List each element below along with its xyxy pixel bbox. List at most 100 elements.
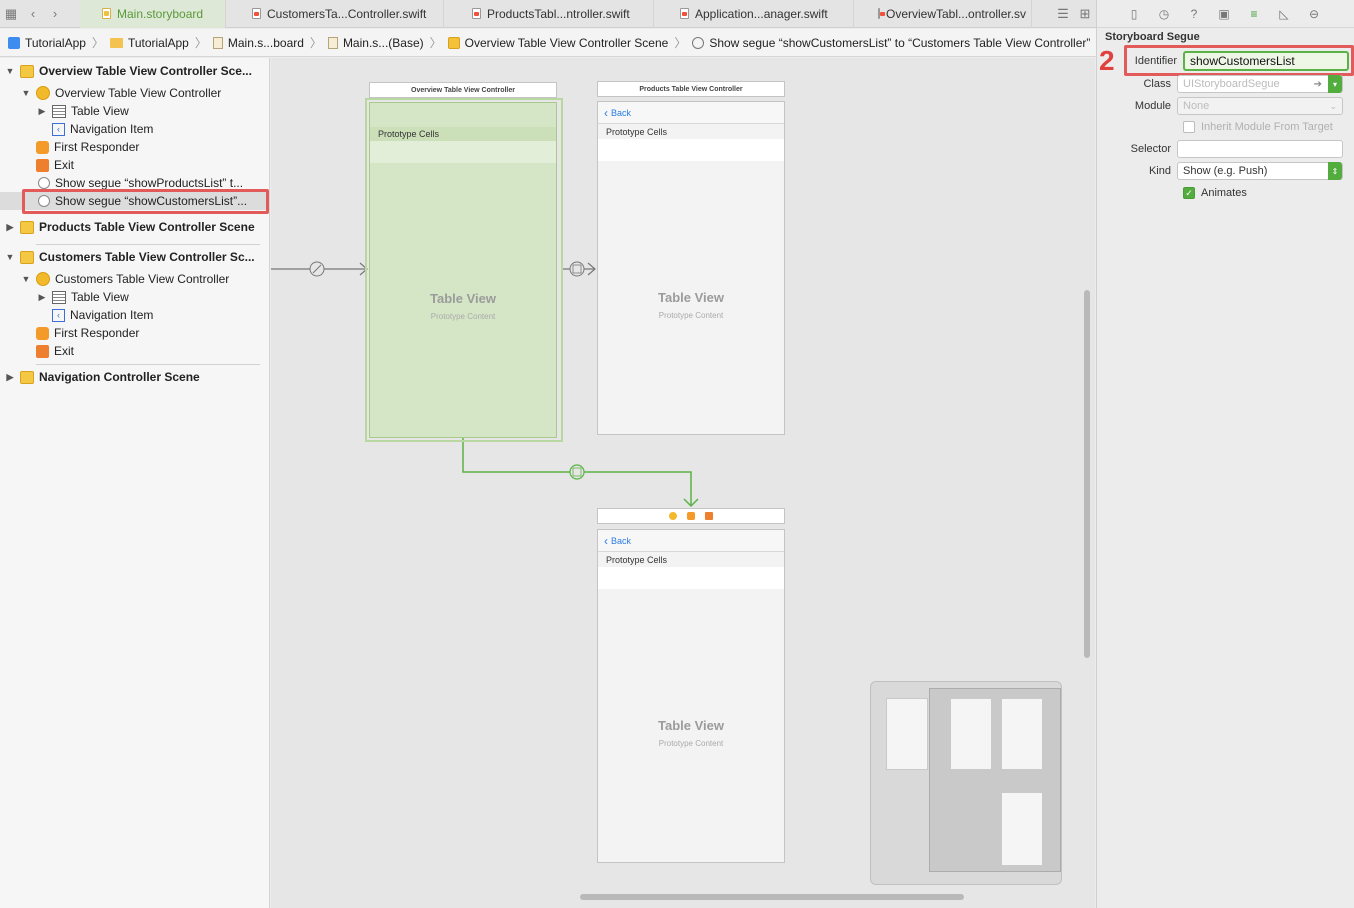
outline-table-view[interactable]: ▶ Table View: [0, 102, 268, 120]
back-button[interactable]: Back: [611, 536, 631, 546]
breadcrumb-segue[interactable]: Show segue “showCustomersList” to “Custo…: [692, 36, 1090, 50]
section-title: Storyboard Segue: [1105, 31, 1200, 43]
outline-first-responder[interactable]: First Responder: [0, 138, 268, 156]
animates-checkbox[interactable]: ✓: [1183, 187, 1195, 199]
back-button[interactable]: Back: [611, 108, 631, 118]
table-view-label: Table View: [658, 718, 724, 733]
outline-exit[interactable]: Exit: [0, 156, 268, 174]
file-inspector-icon[interactable]: ▯: [1125, 5, 1143, 23]
storyboard-canvas[interactable]: Overview Table View Controller Prototype…: [271, 58, 1095, 908]
first-responder-icon: [36, 140, 49, 154]
kind-popup[interactable]: Show (e.g. Push) ⇕: [1177, 162, 1343, 180]
disclosure-open-icon[interactable]: ▼: [20, 274, 32, 284]
table-view-icon: [52, 104, 66, 118]
module-field[interactable]: None ⌄: [1177, 97, 1343, 115]
kind-row: Kind Show (e.g. Push) ⇕: [1097, 161, 1354, 181]
identity-inspector-icon[interactable]: ▣: [1215, 5, 1233, 23]
forward-arrow-icon[interactable]: ›: [44, 0, 66, 28]
dropdown-icon[interactable]: ▾: [1328, 75, 1342, 93]
help-inspector-icon[interactable]: ?: [1185, 5, 1203, 23]
exit-icon[interactable]: [705, 512, 713, 520]
highlight-box-identifier: [1124, 45, 1354, 76]
breadcrumb-storyboard[interactable]: Main.s...board: [212, 36, 304, 50]
outline-overview-vc[interactable]: ▼ Overview Table View Controller: [0, 84, 268, 102]
segue-icon: [38, 177, 50, 189]
inherit-module-checkbox[interactable]: [1183, 121, 1195, 133]
disclosure-closed-icon[interactable]: ▶: [36, 106, 48, 117]
disclosure-open-icon[interactable]: ▼: [4, 252, 16, 262]
outline-nav-scene[interactable]: ▶ Navigation Controller Scene: [0, 368, 268, 386]
swift-file-icon: [472, 8, 481, 19]
outline-navigation-item-2[interactable]: ‹ Navigation Item: [0, 306, 268, 324]
editor-tab-bar: ▦ ‹ › Main.storyboard CustomersTa...Cont…: [0, 0, 1096, 28]
document-outline: ▼ Overview Table View Controller Sce... ▼…: [0, 58, 294, 908]
disclosure-closed-icon[interactable]: ▶: [4, 372, 16, 383]
attributes-inspector-icon[interactable]: ≡: [1245, 5, 1263, 23]
outline-table-view-2[interactable]: ▶ Table View: [0, 288, 268, 306]
outline-overview-scene[interactable]: ▼ Overview Table View Controller Sce...: [0, 62, 268, 80]
horizontal-scrollbar[interactable]: [580, 894, 964, 900]
products-vc-canvas[interactable]: ‹ Back Prototype Cells Table View Prototy…: [597, 101, 785, 435]
customers-vc-canvas[interactable]: ‹ Back Prototype Cells Table View Prototy…: [597, 529, 785, 863]
breadcrumb-base[interactable]: Main.s...(Base): [327, 36, 424, 50]
selector-row: Selector: [1097, 139, 1354, 159]
vertical-scrollbar[interactable]: [1084, 290, 1090, 658]
outline-customers-vc[interactable]: ▼ Customers Table View Controller: [0, 270, 268, 288]
kind-label: Kind: [1148, 165, 1171, 177]
prototype-cells-header: Prototype Cells: [606, 127, 668, 137]
tab-main-storyboard[interactable]: Main.storyboard: [80, 0, 226, 28]
products-vc-title[interactable]: Products Table View Controller: [597, 81, 785, 97]
outline-navigation-item[interactable]: ‹ Navigation Item: [0, 120, 268, 138]
tab-customers-controller[interactable]: CustomersTa...Controller.swift: [226, 0, 444, 28]
disclosure-closed-icon[interactable]: ▶: [4, 222, 16, 233]
outline-products-scene[interactable]: ▶ Products Table View Controller Scene: [0, 218, 268, 236]
kind-value: Show (e.g. Push): [1183, 165, 1268, 177]
navigation-bar: ‹ Back: [598, 530, 784, 552]
view-controller-icon[interactable]: [669, 512, 677, 520]
first-responder-icon[interactable]: [687, 512, 695, 520]
connections-inspector-icon[interactable]: ⊖: [1305, 5, 1323, 23]
outline-first-responder-2[interactable]: First Responder: [0, 324, 268, 342]
outline-label: Exit: [54, 344, 75, 358]
history-inspector-icon[interactable]: ◷: [1155, 5, 1173, 23]
prototype-cell[interactable]: [598, 139, 784, 161]
overview-vc-title[interactable]: Overview Table View Controller: [369, 82, 557, 98]
tab-overview-controller[interactable]: OverviewTabl...ontroller.sv: [854, 0, 1032, 28]
prototype-cell[interactable]: [598, 567, 784, 589]
tab-application-manager[interactable]: Application...anager.swift: [654, 0, 854, 28]
back-arrow-icon[interactable]: ‹: [22, 0, 44, 28]
storyboard-file-icon: [102, 8, 111, 19]
canvas-minimap[interactable]: [870, 681, 1062, 885]
breadcrumb-group[interactable]: TutorialApp: [109, 36, 189, 50]
disclosure-closed-icon[interactable]: ▶: [36, 292, 48, 303]
outline-exit-2[interactable]: Exit: [0, 342, 268, 360]
tab-label: Application...anager.swift: [695, 6, 828, 21]
disclosure-open-icon[interactable]: ▼: [20, 88, 32, 98]
add-editor-icon[interactable]: ⊞: [1074, 0, 1096, 28]
chevron-left-icon: ‹: [604, 533, 608, 548]
tab-products-controller[interactable]: ProductsTabl...ntroller.swift: [444, 0, 654, 28]
scene-icon: [20, 64, 34, 78]
customers-vc-dock[interactable]: [597, 508, 785, 524]
editor-options-icon[interactable]: ☰: [1052, 0, 1074, 28]
size-inspector-icon[interactable]: ◺: [1275, 5, 1293, 23]
breadcrumb-project[interactable]: TutorialApp: [8, 36, 86, 50]
overview-vc-canvas[interactable]: Prototype Cells Table View Prototype Con…: [369, 102, 557, 438]
outline-label: Customers Table View Controller: [55, 272, 230, 286]
grid-icon[interactable]: ▦: [0, 0, 22, 28]
folder-icon: [109, 37, 123, 48]
animates-label: Animates: [1201, 187, 1247, 199]
outline-customers-scene[interactable]: ▼ Customers Table View Controller Sc...: [0, 248, 268, 266]
swift-file-icon: [252, 8, 261, 19]
disclosure-open-icon[interactable]: ▼: [4, 66, 16, 76]
selected-segue-badge[interactable]: [569, 464, 585, 480]
class-field[interactable]: UIStoryboardSegue ➔ ▾: [1177, 75, 1343, 93]
view-controller-icon: [36, 86, 50, 100]
selector-field[interactable]: [1177, 140, 1343, 158]
breadcrumb-scene[interactable]: Overview Table View Controller Scene: [447, 36, 668, 50]
divider: [36, 364, 260, 365]
prototype-content-label: Prototype Content: [430, 312, 496, 321]
prototype-cell[interactable]: [370, 141, 556, 163]
stepper-icon[interactable]: ⇕: [1328, 162, 1342, 180]
arrow-circle-icon[interactable]: ➔: [1314, 79, 1322, 90]
